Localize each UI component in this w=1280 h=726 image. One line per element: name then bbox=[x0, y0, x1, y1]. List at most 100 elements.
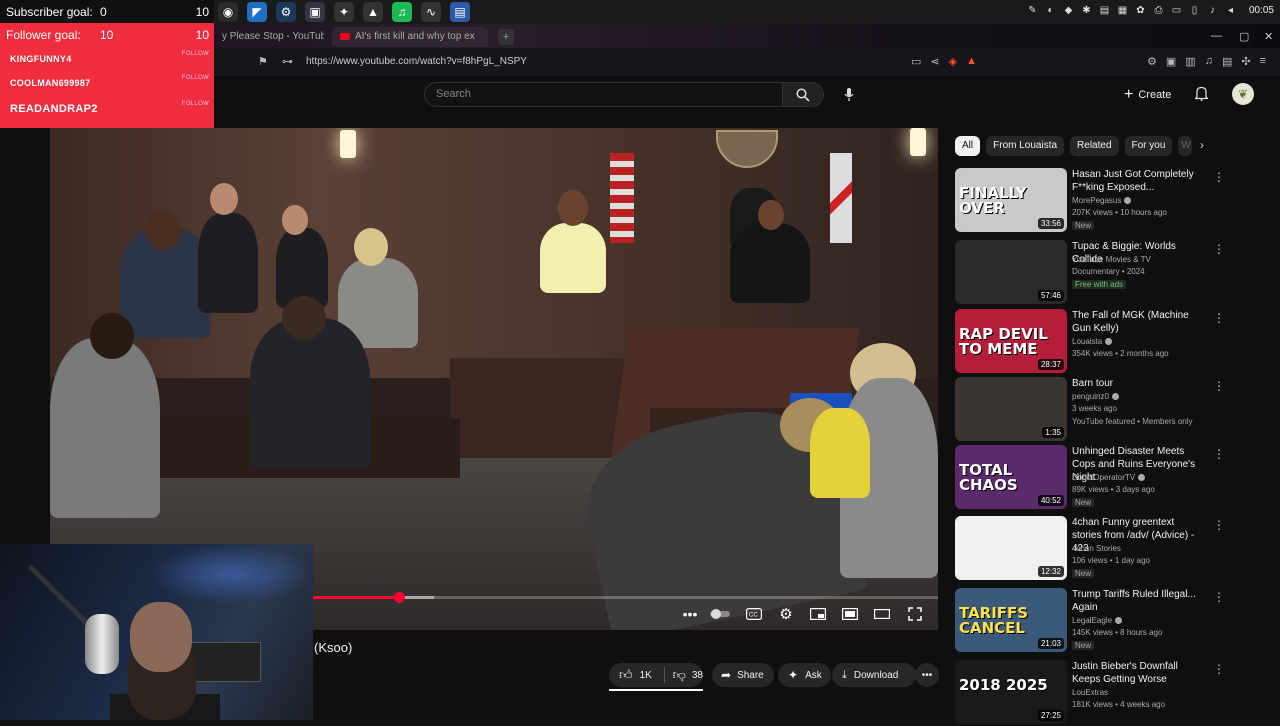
recommendation-item[interactable]: 2018 2025 27:25 Justin Bieber's Downfall K… bbox=[955, 660, 1245, 726]
kebab-menu-icon[interactable]: ⋮ bbox=[1213, 379, 1225, 393]
more-actions-button[interactable]: ••• bbox=[915, 663, 939, 687]
obs-icon[interactable]: ◉ bbox=[218, 2, 238, 22]
remote-desktop-icon[interactable]: ▣ bbox=[305, 2, 325, 22]
bookmark-icon[interactable]: ⚑ bbox=[258, 55, 268, 68]
video-thumbnail[interactable]: FINALLY OVER 33:56 bbox=[955, 168, 1067, 232]
channel-name[interactable]: Louaista bbox=[1072, 337, 1113, 346]
kebab-menu-icon[interactable]: ⋮ bbox=[1213, 662, 1225, 676]
share-button[interactable]: ➦ Share bbox=[712, 663, 774, 687]
search-input[interactable]: Search bbox=[424, 82, 783, 107]
chevron-right-icon[interactable]: › bbox=[1200, 138, 1204, 152]
channel-name[interactable]: LouExtras bbox=[1072, 688, 1108, 697]
kebab-menu-icon[interactable]: ⋮ bbox=[1213, 170, 1225, 184]
fullscreen-button[interactable] bbox=[906, 606, 924, 622]
video-thumbnail[interactable]: TOTAL CHAOS 40:52 bbox=[955, 445, 1067, 509]
menu-icon[interactable]: ≡ bbox=[1260, 55, 1266, 68]
voice-search-button[interactable] bbox=[838, 84, 859, 105]
steam-tray-icon[interactable]: ◐ bbox=[1045, 4, 1056, 17]
kebab-menu-icon[interactable]: ⋮ bbox=[1213, 590, 1225, 604]
channel-name[interactable]: 4chan Stories bbox=[1072, 544, 1121, 553]
recommendation-title[interactable]: Hasan Just Got Completely F**king Expose… bbox=[1072, 168, 1205, 194]
video-thumbnail[interactable]: RAP DEVIL TO MEME 28:37 bbox=[955, 309, 1067, 373]
brave-shield-icon[interactable]: ◈ bbox=[949, 55, 957, 68]
minimize-icon[interactable]: — bbox=[1211, 30, 1222, 42]
video-thumbnail[interactable]: 2018 2025 27:25 bbox=[955, 660, 1067, 724]
channel-name[interactable]: MorePegasus bbox=[1072, 196, 1132, 205]
taskbar-clock[interactable]: 00:05 bbox=[1249, 5, 1274, 16]
recommendation-item[interactable]: 57:46 Tupac & Biggie: Worlds Collide YouTu… bbox=[955, 240, 1245, 306]
network-tray-icon[interactable]: ▦ bbox=[1117, 4, 1128, 17]
close-icon[interactable]: ✕ bbox=[1264, 30, 1273, 43]
download-button[interactable]: ⤓ Download bbox=[832, 663, 916, 687]
game-controller-icon[interactable]: ✦ bbox=[334, 2, 354, 22]
recommendation-title[interactable]: The Fall of MGK (Machine Gun Kelly) bbox=[1072, 309, 1205, 335]
like-button[interactable]: 👍︎ 1K bbox=[609, 663, 664, 687]
settings-button[interactable]: ⚙ bbox=[777, 606, 795, 623]
channel-name[interactable]: LegalEagle bbox=[1072, 616, 1123, 625]
video-thumbnail[interactable]: TARIFFS CANCEL 21:03 bbox=[955, 588, 1067, 652]
channel-name[interactable]: DonutOperatorTV bbox=[1072, 473, 1146, 482]
puzzle-icon[interactable]: ✣ bbox=[1241, 55, 1250, 68]
document-icon[interactable]: ▤ bbox=[450, 2, 470, 22]
more-options-icon[interactable]: ••• bbox=[681, 606, 699, 622]
channel-name[interactable]: YouTube Movies & TV bbox=[1072, 255, 1151, 264]
display-icon[interactable]: ▭ bbox=[1171, 4, 1182, 17]
media-icon[interactable]: ♫ bbox=[1205, 55, 1213, 68]
chip-for-you[interactable]: For you bbox=[1124, 136, 1173, 156]
share-page-icon[interactable]: ⋖ bbox=[930, 55, 939, 68]
brave-rewards-icon[interactable]: ▲ bbox=[966, 55, 977, 68]
speaker-icon[interactable]: ◂ bbox=[1225, 4, 1236, 17]
recommendation-item[interactable]: 1:35 Barn tour penguinz0 3 weeks ago YouTube… bbox=[955, 377, 1245, 443]
printer-icon[interactable]: ⎙ bbox=[1153, 4, 1164, 17]
video-thumbnail[interactable]: 12:32 bbox=[955, 516, 1067, 580]
channel-name[interactable]: penguinz0 bbox=[1072, 392, 1119, 401]
create-button[interactable]: + Create bbox=[1124, 84, 1171, 105]
kebab-menu-icon[interactable]: ⋮ bbox=[1213, 447, 1225, 461]
settings-tray-icon[interactable]: ✿ bbox=[1135, 4, 1146, 17]
video-thumbnail[interactable]: 57:46 bbox=[955, 240, 1067, 304]
kebab-menu-icon[interactable]: ⋮ bbox=[1213, 311, 1225, 325]
pen-icon[interactable]: ✎ bbox=[1027, 4, 1038, 17]
screen-cast-icon[interactable]: ▭ bbox=[911, 55, 921, 68]
search-button[interactable] bbox=[782, 82, 824, 107]
theater-mode-button[interactable] bbox=[873, 606, 891, 622]
chip-from-louaista[interactable]: From Louaista bbox=[986, 136, 1065, 156]
recommendation-item[interactable]: RAP DEVIL TO MEME 28:37 The Fall of MGK (M… bbox=[955, 309, 1245, 375]
bluetooth-icon[interactable]: ✱ bbox=[1081, 4, 1092, 17]
battery-icon[interactable]: ▯ bbox=[1189, 4, 1200, 17]
reader-icon[interactable]: ▣ bbox=[1166, 55, 1176, 68]
miniplayer-button[interactable] bbox=[809, 606, 827, 622]
recommendation-item[interactable]: FINALLY OVER 33:56 Hasan Just Got Complete… bbox=[955, 168, 1245, 234]
wallet-icon[interactable]: ▤ bbox=[1222, 55, 1232, 68]
site-info-icon[interactable]: ⊶ bbox=[282, 55, 293, 68]
chip-all[interactable]: All bbox=[955, 136, 981, 156]
kebab-menu-icon[interactable]: ⋮ bbox=[1213, 242, 1225, 256]
recommendation-title[interactable]: Barn tour bbox=[1072, 377, 1205, 390]
autoplay-toggle[interactable] bbox=[709, 606, 731, 622]
recommendation-title[interactable]: Justin Bieber's Downfall Keeps Getting W… bbox=[1072, 660, 1205, 686]
avatar[interactable]: ❦ bbox=[1232, 83, 1254, 105]
recommendation-title[interactable]: Trump Tariffs Ruled Illegal... Again bbox=[1072, 588, 1205, 614]
vscode-icon[interactable]: ◤ bbox=[247, 2, 267, 22]
ask-button[interactable]: ✦ Ask bbox=[778, 663, 831, 687]
maximize-icon[interactable]: ▢ bbox=[1239, 30, 1249, 43]
scrubber-handle[interactable] bbox=[393, 592, 405, 603]
browser-tab-active[interactable]: AI's first kill and why top ex bbox=[332, 27, 488, 47]
dislike-button[interactable]: 👎︎ 38 bbox=[665, 663, 703, 687]
music-note-icon[interactable]: ♪ bbox=[1207, 4, 1218, 17]
url-field[interactable]: https://www.youtube.com/watch?v=f8hPgL_N… bbox=[306, 56, 527, 67]
upload-icon[interactable]: ▲ bbox=[363, 2, 383, 22]
picture-in-picture-button[interactable] bbox=[841, 606, 859, 622]
chip-w[interactable]: W bbox=[1178, 136, 1193, 156]
browser-tab[interactable]: y Please Stop - YouTub bbox=[214, 27, 324, 47]
recommendation-item[interactable]: TOTAL CHAOS 40:52 Unhinged Disaster Meets … bbox=[955, 445, 1245, 511]
sidebar-icon[interactable]: ▥ bbox=[1185, 55, 1195, 68]
new-tab-button[interactable]: + bbox=[498, 29, 514, 45]
video-thumbnail[interactable]: 1:35 bbox=[955, 377, 1067, 441]
captions-button[interactable]: CC bbox=[745, 606, 763, 622]
recommendation-item[interactable]: 12:32 4chan Funny greentext stories from … bbox=[955, 516, 1245, 582]
kebab-menu-icon[interactable]: ⋮ bbox=[1213, 518, 1225, 532]
recommendation-item[interactable]: TARIFFS CANCEL 21:03 Trump Tariffs Ruled I… bbox=[955, 588, 1245, 654]
spotify-icon[interactable]: ♫ bbox=[392, 2, 412, 22]
clipboard-icon[interactable]: ▤ bbox=[1099, 4, 1110, 17]
